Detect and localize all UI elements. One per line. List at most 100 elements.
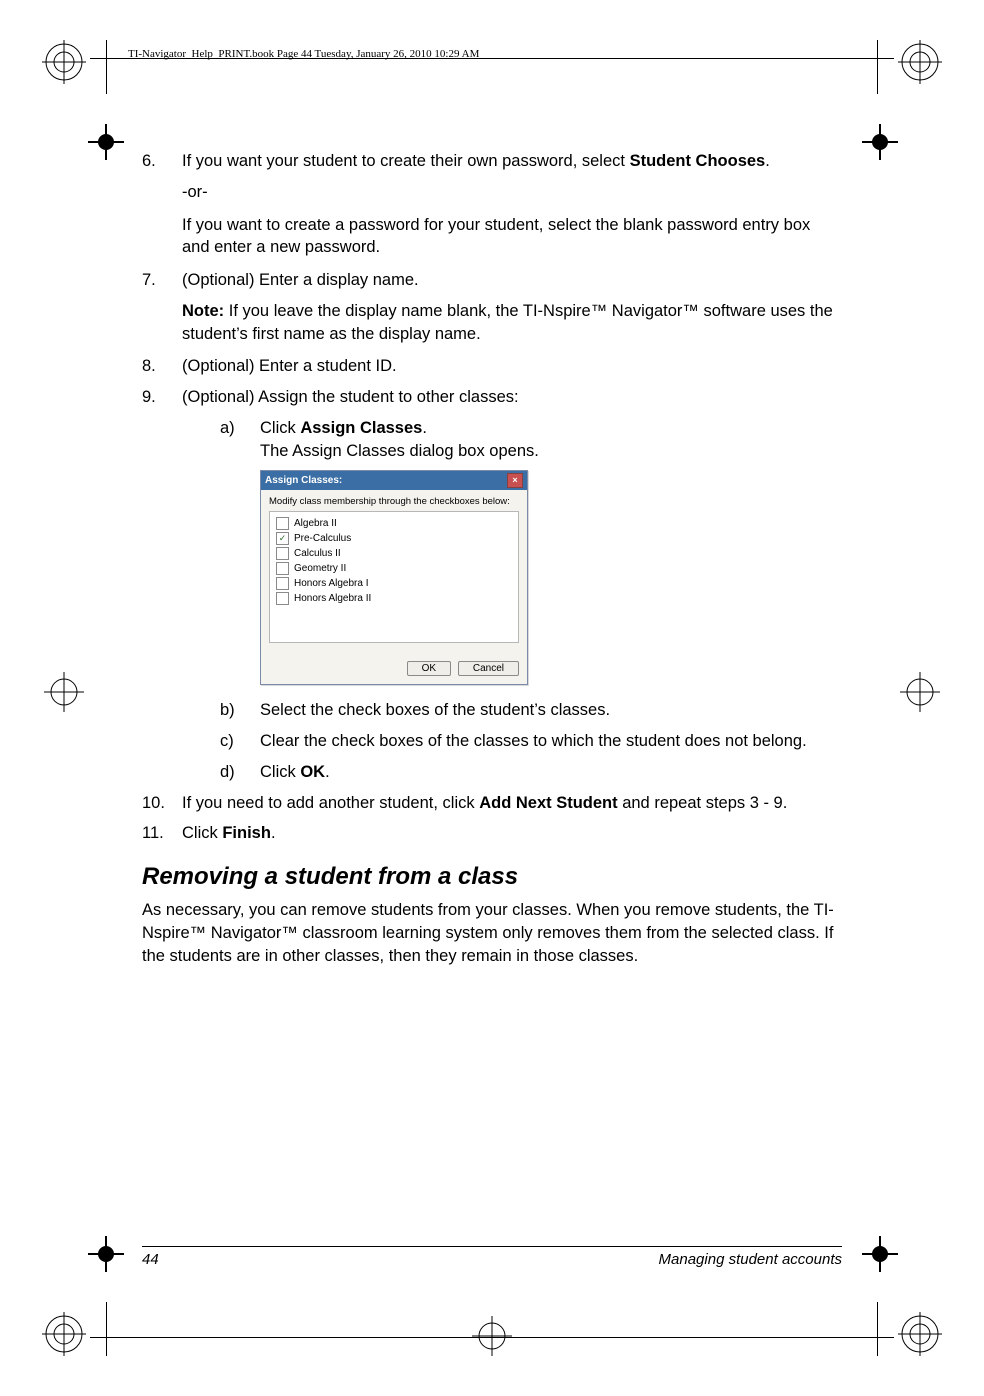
substep-body: Click OK. xyxy=(260,761,842,784)
checkbox-icon[interactable] xyxy=(276,592,289,605)
page-number: 44 xyxy=(142,1251,159,1268)
class-label: Calculus II xyxy=(294,548,341,559)
page-footer: 44 Managing student accounts xyxy=(142,1246,842,1268)
step-7-note: Note: If you leave the display name blan… xyxy=(182,300,842,346)
crop-line-bot-v1 xyxy=(106,1302,107,1356)
checkbox-icon[interactable] xyxy=(276,517,289,530)
substep-label: c) xyxy=(220,730,260,753)
step-body: Click Finish. xyxy=(182,822,842,845)
text: . xyxy=(325,763,330,781)
note-text: If you leave the display name blank, the… xyxy=(182,302,833,343)
step-11: 11. Click Finish. xyxy=(142,822,842,845)
step-9a: a) Click Assign Classes. The Assign Clas… xyxy=(220,417,842,463)
step-9: 9. (Optional) Assign the student to othe… xyxy=(142,386,842,409)
step-9d: d) Click OK. xyxy=(220,761,842,784)
bold-term: Student Chooses xyxy=(630,152,766,170)
bold-term: OK xyxy=(300,763,325,781)
bold-term: Assign Classes xyxy=(300,419,422,437)
ok-button[interactable]: OK xyxy=(407,661,451,676)
checkbox-icon[interactable] xyxy=(276,562,289,575)
substep-body: Clear the check boxes of the classes to … xyxy=(260,730,842,753)
step-8: 8. (Optional) Enter a student ID. xyxy=(142,355,842,378)
dialog-title: Assign Classes: xyxy=(265,475,342,486)
bold-term: Add Next Student xyxy=(479,794,617,812)
assign-classes-dialog: Assign Classes: × Modify class membershi… xyxy=(260,470,528,685)
step-7: 7. (Optional) Enter a display name. xyxy=(142,269,842,292)
dialog-body: Modify class membership through the chec… xyxy=(261,490,527,653)
text: The Assign Classes dialog box opens. xyxy=(260,442,539,460)
registration-mark-icon xyxy=(898,40,942,84)
substep-body: Select the check boxes of the student’s … xyxy=(260,699,842,722)
step-6-alt: If you want to create a password for you… xyxy=(182,214,842,260)
step-6: 6. If you want your student to create th… xyxy=(142,150,842,173)
section-paragraph: As necessary, you can remove students fr… xyxy=(142,899,842,967)
class-checkbox-row[interactable]: Honors Algebra II xyxy=(276,592,512,605)
step-number: 10. xyxy=(142,792,182,815)
registration-target-icon xyxy=(84,1232,128,1276)
cancel-button[interactable]: Cancel xyxy=(458,661,519,676)
substep-label: d) xyxy=(220,761,260,784)
registration-mark-icon xyxy=(42,670,86,714)
registration-mark-icon xyxy=(898,1312,942,1356)
crop-line-bot-v2 xyxy=(877,1302,878,1356)
chapter-title: Managing student accounts xyxy=(659,1251,842,1268)
dialog-caption: Modify class membership through the chec… xyxy=(269,496,519,507)
print-slug: TI-Navigator_Help_PRINT.book Page 44 Tue… xyxy=(128,48,479,60)
class-checkbox-row[interactable]: Algebra II xyxy=(276,517,512,530)
class-label: Pre-Calculus xyxy=(294,533,351,544)
bold-term: Finish xyxy=(222,824,271,842)
registration-mark-icon xyxy=(470,1314,514,1358)
step-6-or: -or- xyxy=(182,181,842,204)
step-body: If you need to add another student, clic… xyxy=(182,792,842,815)
class-checkbox-row[interactable]: ✓ Pre-Calculus xyxy=(276,532,512,545)
step-body: (Optional) Enter a student ID. xyxy=(182,355,842,378)
class-label: Algebra II xyxy=(294,518,337,529)
assign-classes-dialog-figure: Assign Classes: × Modify class membershi… xyxy=(260,470,842,685)
text: . xyxy=(271,824,276,842)
step-number: 11. xyxy=(142,822,182,845)
checkbox-icon[interactable] xyxy=(276,577,289,590)
text: Click xyxy=(182,824,222,842)
text: If you need to add another student, clic… xyxy=(182,794,479,812)
text: Click xyxy=(260,763,300,781)
class-label: Honors Algebra I xyxy=(294,578,369,589)
step-9c: c) Clear the check boxes of the classes … xyxy=(220,730,842,753)
substep-label: b) xyxy=(220,699,260,722)
checkbox-icon[interactable]: ✓ xyxy=(276,532,289,545)
page-content: 6. If you want your student to create th… xyxy=(142,150,842,968)
text: Click xyxy=(260,419,300,437)
step-9b: b) Select the check boxes of the student… xyxy=(220,699,842,722)
registration-mark-icon xyxy=(42,1312,86,1356)
crop-line-top-v2 xyxy=(877,40,878,94)
class-checkbox-row[interactable]: Calculus II xyxy=(276,547,512,560)
checkbox-icon[interactable] xyxy=(276,547,289,560)
class-checkbox-row[interactable]: Geometry II xyxy=(276,562,512,575)
substep-label: a) xyxy=(220,417,260,463)
text: and repeat steps 3 - 9. xyxy=(618,794,788,812)
registration-mark-icon xyxy=(898,670,942,714)
substep-body: Click Assign Classes. The Assign Classes… xyxy=(260,417,842,463)
step-10: 10. If you need to add another student, … xyxy=(142,792,842,815)
text: . xyxy=(765,152,770,170)
crop-line-top-v1 xyxy=(106,40,107,94)
class-checkbox-row[interactable]: Honors Algebra I xyxy=(276,577,512,590)
class-label: Honors Algebra II xyxy=(294,593,371,604)
registration-mark-icon xyxy=(42,40,86,84)
step-body: If you want your student to create their… xyxy=(182,150,842,173)
registration-target-icon xyxy=(858,1232,902,1276)
step-number: 7. xyxy=(142,269,182,292)
note-label: Note: xyxy=(182,302,224,320)
text: . xyxy=(422,419,427,437)
class-listbox: Algebra II ✓ Pre-Calculus Calculus II Geo… xyxy=(269,511,519,643)
step-body: (Optional) Enter a display name. xyxy=(182,269,842,292)
step-number: 8. xyxy=(142,355,182,378)
registration-target-icon xyxy=(84,120,120,164)
class-label: Geometry II xyxy=(294,563,346,574)
dialog-titlebar: Assign Classes: × xyxy=(261,471,527,490)
section-heading: Removing a student from a class xyxy=(142,863,842,891)
step-number: 6. xyxy=(142,150,182,173)
close-icon[interactable]: × xyxy=(507,473,523,488)
text: If you want your student to create their… xyxy=(182,152,630,170)
registration-target-icon xyxy=(858,120,902,164)
step-body: (Optional) Assign the student to other c… xyxy=(182,386,842,409)
